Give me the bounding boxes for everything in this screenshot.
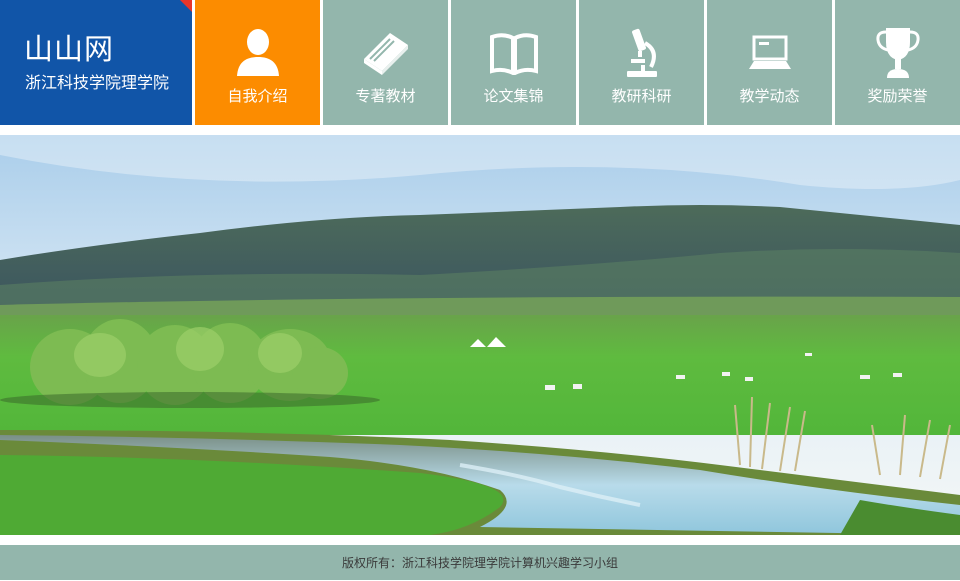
nav-label: 教研科研 bbox=[611, 88, 672, 105]
user-icon bbox=[195, 25, 320, 81]
nav-label: 奖励荣誉 bbox=[867, 88, 928, 105]
nav-item-papers[interactable]: 论文集锦 bbox=[451, 0, 576, 125]
nav-item-books[interactable]: 专著教材 bbox=[323, 0, 448, 125]
site-subtitle: 浙江科技学院理学院 bbox=[25, 75, 170, 92]
nav-item-research[interactable]: 教研科研 bbox=[579, 0, 704, 125]
open-book-icon bbox=[451, 25, 576, 81]
banner-landscape-image bbox=[0, 135, 960, 535]
copyright-text: 版权所有：浙江科技学院理学院计算机兴趣学习小组 bbox=[341, 556, 618, 570]
nav-label: 自我介绍 bbox=[227, 88, 288, 105]
site-logo[interactable]: 山山网 浙江科技学院理学院 bbox=[0, 0, 192, 125]
trophy-icon bbox=[835, 25, 960, 81]
header: 山山网 浙江科技学院理学院 自我介绍 专著教材 论文集锦 教研科研 教学动态 奖… bbox=[0, 0, 960, 125]
footer: 版权所有：浙江科技学院理学院计算机兴趣学习小组 bbox=[0, 545, 960, 580]
nav-label: 论文集锦 bbox=[483, 88, 544, 105]
laptop-icon bbox=[707, 25, 832, 81]
nav-item-intro[interactable]: 自我介绍 bbox=[195, 0, 320, 125]
book-icon bbox=[323, 25, 448, 81]
corner-ribbon bbox=[180, 0, 192, 12]
nav-item-awards[interactable]: 奖励荣誉 bbox=[835, 0, 960, 125]
site-title: 山山网 bbox=[24, 34, 115, 66]
nav-label: 教学动态 bbox=[739, 88, 800, 105]
nav-item-teaching[interactable]: 教学动态 bbox=[707, 0, 832, 125]
microscope-icon bbox=[579, 25, 704, 81]
nav-label: 专著教材 bbox=[355, 88, 416, 105]
